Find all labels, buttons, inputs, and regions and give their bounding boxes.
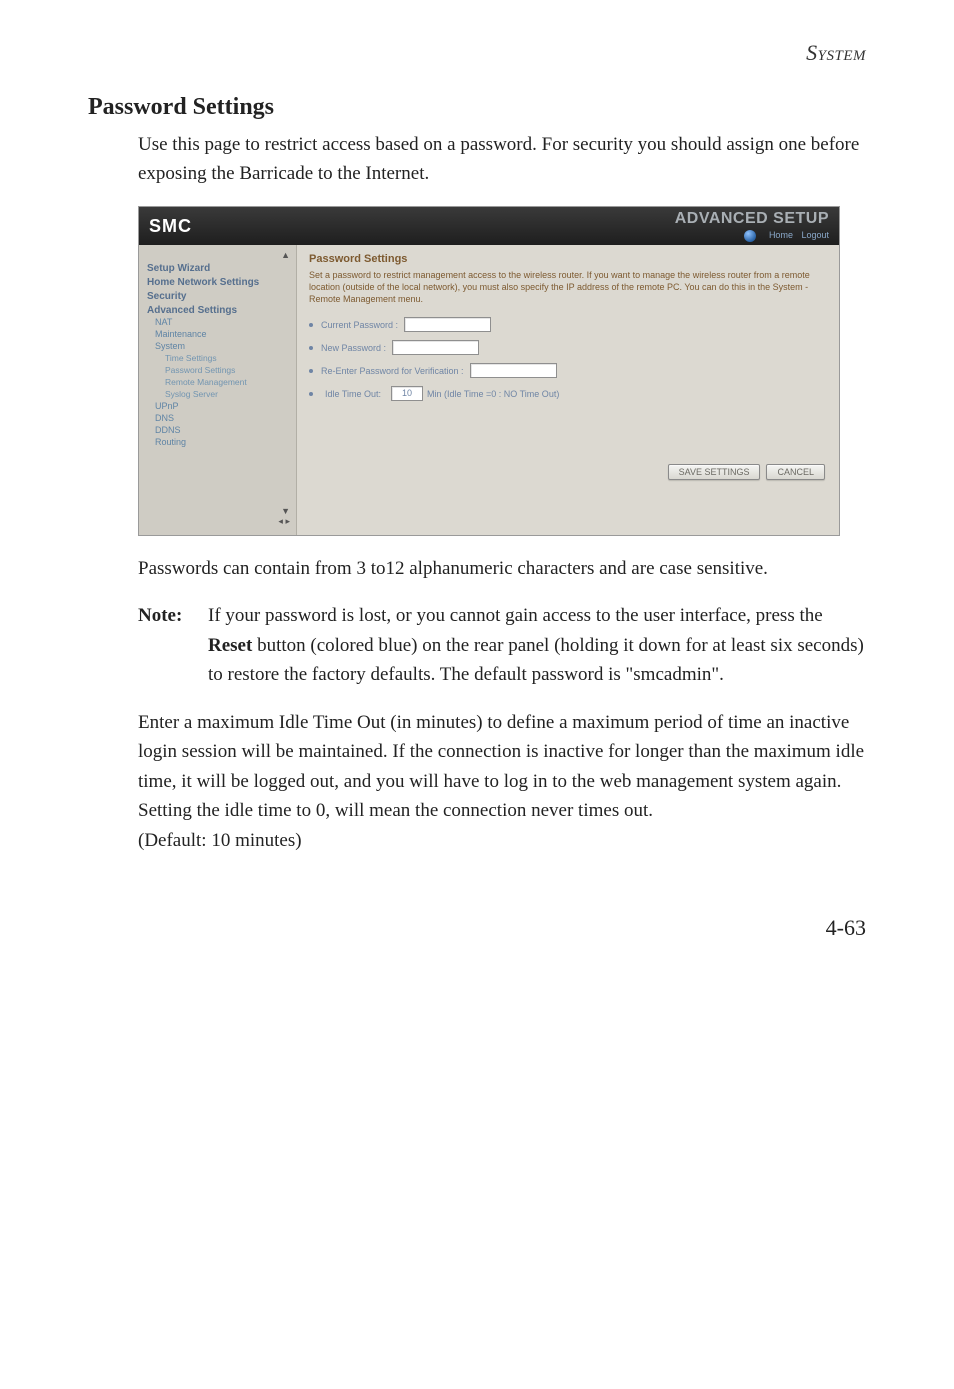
sidebar-time-settings[interactable]: Time Settings <box>145 352 290 364</box>
sidebar-home-network[interactable]: Home Network Settings <box>145 274 290 288</box>
current-password-input[interactable] <box>404 317 491 332</box>
sidebar-nat[interactable]: NAT <box>145 316 290 328</box>
sidebar-syslog-server[interactable]: Syslog Server <box>145 388 290 400</box>
new-password-input[interactable] <box>392 340 479 355</box>
home-link[interactable]: Home <box>769 230 793 240</box>
document-page: System Password Settings Use this page t… <box>0 0 954 1001</box>
bullet-icon <box>309 392 313 396</box>
sidebar-remote-management[interactable]: Remote Management <box>145 376 290 388</box>
smc-logo: SMC <box>149 216 192 237</box>
sidebar-upnp[interactable]: UPnP <box>145 400 290 412</box>
cancel-button[interactable]: CANCEL <box>766 464 825 480</box>
scroll-up-icon[interactable]: ▲ <box>145 250 290 260</box>
sidebar-security[interactable]: Security <box>145 288 290 302</box>
page-header: System <box>88 40 866 66</box>
reenter-password-label: Re-Enter Password for Verification : <box>321 366 464 376</box>
idle-para-text: Enter a maximum Idle Time Out (in minute… <box>138 712 864 821</box>
note-text-post: button (colored blue) on the rear panel … <box>208 635 864 685</box>
sidebar-dns[interactable]: DNS <box>145 412 290 424</box>
idle-timeout-suffix: Min (Idle Time =0 : NO Time Out) <box>427 389 559 399</box>
router-sidebar: ▲ Setup Wizard Home Network Settings Sec… <box>139 245 297 535</box>
idle-timeout-label: Idle Time Out: <box>325 389 381 399</box>
new-password-label: New Password : <box>321 343 386 353</box>
router-content: Password Settings Set a password to rest… <box>297 245 839 535</box>
default-line: (Default: 10 minutes) <box>138 830 302 851</box>
sidebar-maintenance[interactable]: Maintenance <box>145 328 290 340</box>
sidebar-routing[interactable]: Routing <box>145 436 290 448</box>
note-text: If your password is lost, or you cannot … <box>208 601 866 689</box>
bullet-icon <box>309 369 313 373</box>
advanced-setup-label: ADVANCED SETUP <box>675 210 829 228</box>
content-title: Password Settings <box>309 253 827 265</box>
note-text-pre: If your password is lost, or you cannot … <box>208 605 823 626</box>
idle-timeout-input[interactable]: 10 <box>391 386 423 401</box>
router-titlebar: SMC ADVANCED SETUP Home Logout <box>139 207 839 245</box>
scroll-right-icon[interactable]: ▸ <box>285 516 290 526</box>
sidebar-password-settings[interactable]: Password Settings <box>145 364 290 376</box>
section-title: Password Settings <box>88 94 866 121</box>
sidebar-setup-wizard[interactable]: Setup Wizard <box>145 260 290 274</box>
note-block: Note: If your password is lost, or you c… <box>138 601 866 689</box>
reenter-password-input[interactable] <box>470 363 557 378</box>
sidebar-ddns[interactable]: DDNS <box>145 424 290 436</box>
bullet-icon <box>309 346 313 350</box>
router-screenshot: SMC ADVANCED SETUP Home Logout ▲ Setup W… <box>138 206 840 536</box>
bullet-icon <box>309 323 313 327</box>
save-settings-button[interactable]: SAVE SETTINGS <box>668 464 761 480</box>
intro-paragraph: Use this page to restrict access based o… <box>138 131 866 188</box>
idle-timeout-paragraph: Enter a maximum Idle Time Out (in minute… <box>138 708 866 855</box>
content-description: Set a password to restrict management ac… <box>309 269 827 305</box>
reset-bold: Reset <box>208 635 252 656</box>
page-number: 4-63 <box>88 915 866 941</box>
note-label: Note: <box>138 601 208 689</box>
passwords-case-note: Passwords can contain from 3 to12 alphan… <box>138 554 866 583</box>
router-top-right: ADVANCED SETUP Home Logout <box>675 210 829 242</box>
sidebar-advanced-settings[interactable]: Advanced Settings <box>145 302 290 316</box>
scroll-left-icon[interactable]: ◂ <box>278 516 283 526</box>
current-password-label: Current Password : <box>321 320 398 330</box>
logout-link[interactable]: Logout <box>801 230 829 240</box>
globe-icon <box>744 230 756 242</box>
scroll-down-icon[interactable]: ▼ <box>281 506 290 516</box>
sidebar-system[interactable]: System <box>145 340 290 352</box>
